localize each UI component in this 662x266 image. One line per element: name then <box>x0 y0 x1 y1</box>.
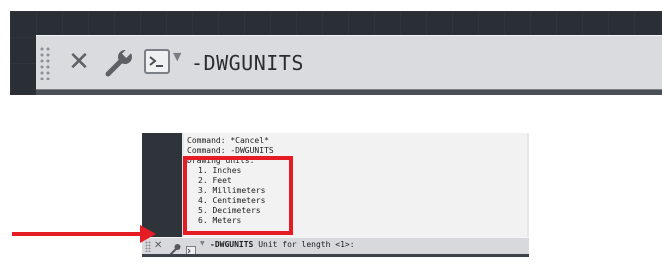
prompt-icon[interactable] <box>144 49 170 74</box>
dropdown-caret-icon[interactable]: ▼ <box>173 50 181 63</box>
prompt-icon[interactable] <box>186 241 196 256</box>
zoomed-command-bar[interactable]: ✕ ▼ -DWGUNITS <box>36 35 662 90</box>
drawing-area-edge <box>142 133 182 237</box>
wrench-icon[interactable] <box>170 240 181 255</box>
zoomed-command-panel: ✕ ▼ -DWGUNITS <box>10 11 662 95</box>
history-line: Command: -DWGUNITS <box>187 146 274 155</box>
dropdown-caret-icon[interactable]: ▼ <box>200 240 205 247</box>
zoomed-command-text[interactable]: -DWGUNITS <box>191 51 304 75</box>
highlight-box <box>183 156 293 235</box>
command-prompt: Unit for length <1>: <box>258 240 355 249</box>
zoomed-bar-bottom-strip <box>36 90 662 95</box>
command-input[interactable]: -DWGUNITS Unit for length <1>: <box>210 240 355 249</box>
wrench-icon[interactable] <box>104 48 136 78</box>
command-line-bar[interactable]: ✕ ▼ -DWGUNITS Unit for length <1>: <box>142 237 529 256</box>
close-icon[interactable]: ✕ <box>64 45 94 79</box>
pointer-arrow-head <box>140 225 156 243</box>
pointer-arrow-shaft <box>12 232 144 236</box>
command-name: -DWGUNITS <box>210 240 254 249</box>
command-bar-bottom-strip <box>142 254 529 257</box>
history-line: Command: *Cancel* <box>187 136 269 145</box>
grip-icon[interactable] <box>39 46 51 80</box>
